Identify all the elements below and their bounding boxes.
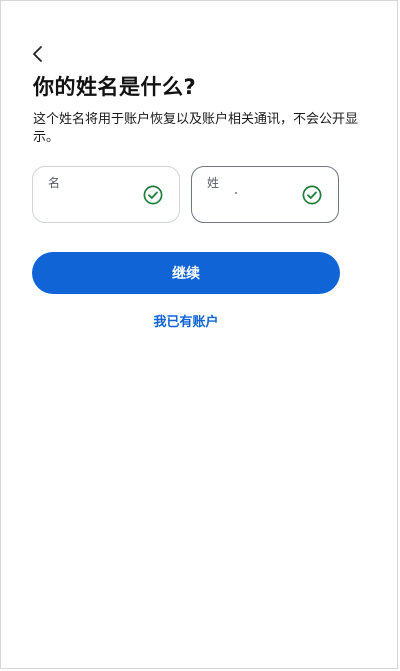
back-button[interactable] xyxy=(27,43,49,65)
continue-button[interactable]: 继续 xyxy=(32,252,340,294)
first-name-label: 名 xyxy=(48,176,61,190)
name-entry-screen: 你的姓名是什么? 这个姓名将用于账户恢复以及账户相关通讯，不会公开显示。 名 姓… xyxy=(0,0,398,669)
chevron-left-icon xyxy=(33,46,42,62)
text-caret xyxy=(235,192,237,194)
last-name-input[interactable] xyxy=(206,193,296,213)
page-subtitle: 这个姓名将用于账户恢复以及账户相关通讯，不会公开显示。 xyxy=(33,112,359,145)
existing-account-link[interactable]: 我已有账户 xyxy=(1,311,371,330)
check-circle-icon xyxy=(143,185,163,205)
last-name-label: 姓 xyxy=(207,176,220,190)
last-name-field[interactable]: 姓 xyxy=(191,166,339,223)
first-name-input[interactable] xyxy=(47,193,137,213)
first-name-field[interactable]: 名 xyxy=(32,166,180,223)
check-circle-icon xyxy=(302,185,322,205)
page-title: 你的姓名是什么? xyxy=(33,75,197,99)
